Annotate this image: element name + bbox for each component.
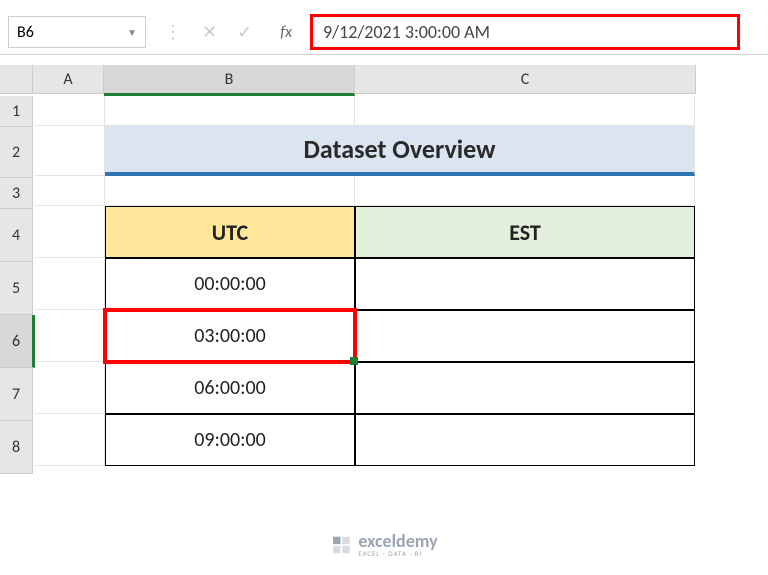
watermark-main: exceldemy (358, 532, 437, 550)
name-box-value: B6 (17, 23, 34, 42)
formula-input-value: 9/12/2021 3:00:00 AM (323, 21, 490, 43)
cell-A5[interactable] (35, 258, 105, 310)
watermark: exceldemy EXCEL · DATA · BI (330, 532, 437, 557)
cell-C7[interactable] (355, 362, 695, 414)
cell-A7[interactable] (35, 362, 105, 414)
row-headers: 1 2 3 4 5 6 7 8 (0, 96, 35, 474)
cell-C3[interactable] (355, 176, 695, 206)
formula-controls: ⋮ ✕ ✓ (154, 21, 262, 43)
col-header-B[interactable]: B (104, 65, 355, 96)
cell-B3[interactable] (105, 176, 355, 206)
name-box-dropdown-icon[interactable]: ▼ (127, 26, 137, 39)
row-header-5[interactable]: 5 (0, 262, 33, 315)
title-cell[interactable]: Dataset Overview (105, 126, 695, 176)
cell-C8[interactable] (355, 414, 695, 466)
cell-B7[interactable]: 06:00:00 (105, 362, 355, 414)
name-box[interactable]: B6 ▼ (8, 16, 146, 48)
cell-B6-value: 03:00:00 (194, 324, 266, 348)
col-header-A[interactable]: A (33, 65, 104, 94)
cell-C6[interactable] (355, 310, 695, 362)
cell-A3[interactable] (35, 176, 105, 206)
cell-A4[interactable] (35, 206, 105, 258)
separator-icon: ⋮ (164, 21, 182, 43)
fill-handle[interactable] (350, 357, 358, 365)
cell-A8[interactable] (35, 414, 105, 466)
cell-A1[interactable] (35, 96, 105, 126)
cell-C1[interactable] (355, 96, 695, 126)
row-header-6[interactable]: 6 (0, 315, 35, 368)
cell-B1[interactable] (105, 96, 355, 126)
cells-area: Dataset Overview UTC EST 00:00:00 (35, 96, 695, 474)
cell-A6[interactable] (35, 310, 105, 362)
enter-icon[interactable]: ✓ (237, 21, 252, 43)
cancel-icon[interactable]: ✕ (202, 21, 217, 43)
cell-B8[interactable]: 09:00:00 (105, 414, 355, 466)
select-all-corner[interactable] (0, 65, 33, 94)
row-header-1[interactable]: 1 (0, 96, 33, 127)
row-header-4[interactable]: 4 (0, 209, 33, 262)
row-header-8[interactable]: 8 (0, 421, 33, 474)
row-header-3[interactable]: 3 (0, 178, 33, 209)
watermark-sub: EXCEL · DATA · BI (358, 550, 437, 557)
cell-B6[interactable]: 03:00:00 (105, 310, 355, 362)
header-utc[interactable]: UTC (105, 206, 355, 258)
col-header-C[interactable]: C (355, 65, 696, 94)
cell-B5[interactable]: 00:00:00 (105, 258, 355, 310)
formula-bar: B6 ▼ ⋮ ✕ ✓ fx 9/12/2021 3:00:00 AM (0, 10, 768, 55)
formula-input[interactable]: 9/12/2021 3:00:00 AM (310, 14, 740, 50)
header-est[interactable]: EST (355, 206, 695, 258)
spreadsheet-grid: A B C 1 2 3 4 5 6 7 8 (0, 65, 768, 474)
cell-A2[interactable] (35, 126, 105, 176)
watermark-icon (330, 534, 352, 556)
row-header-7[interactable]: 7 (0, 368, 33, 421)
column-headers: A B C (33, 65, 696, 96)
cell-C5[interactable] (355, 258, 695, 310)
fx-label[interactable]: fx (270, 23, 302, 42)
row-header-2[interactable]: 2 (0, 127, 33, 178)
